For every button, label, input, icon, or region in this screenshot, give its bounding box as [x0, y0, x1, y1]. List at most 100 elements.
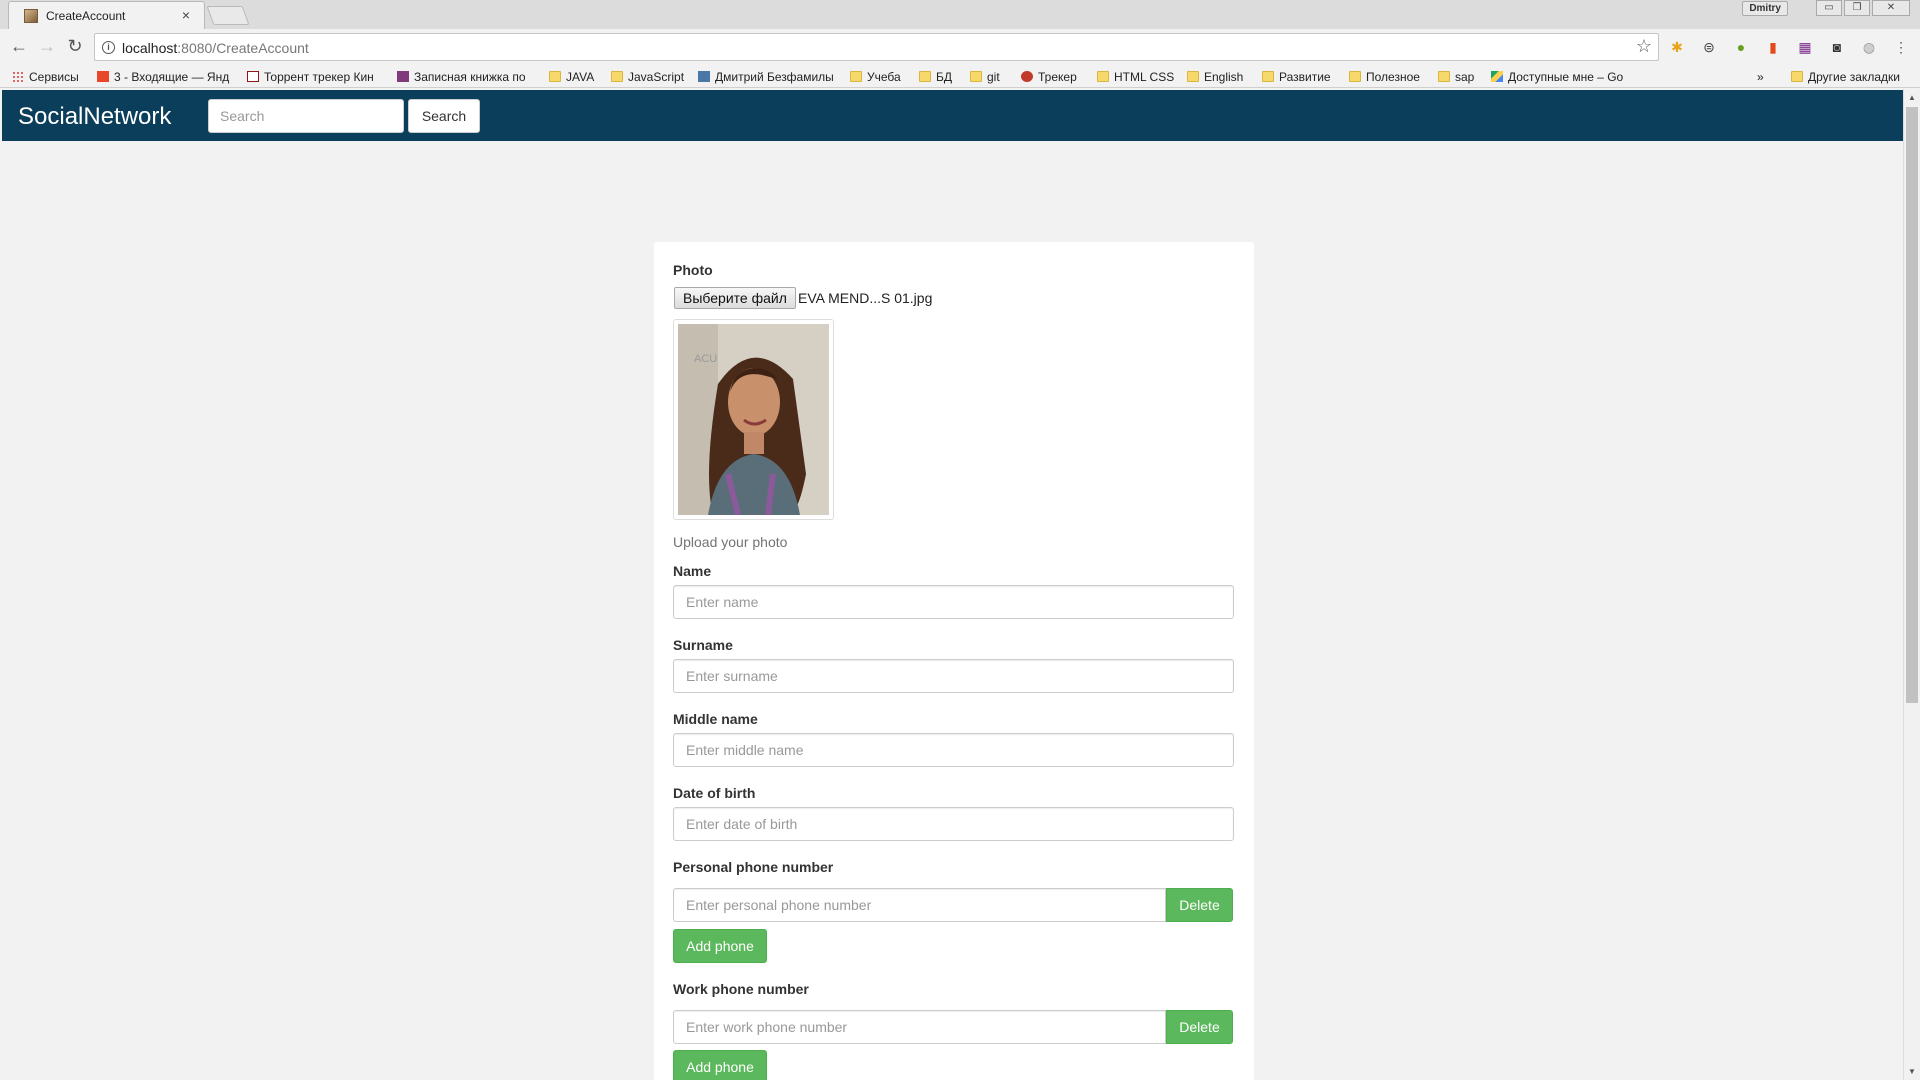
delete-work-phone-button[interactable]: Delete [1166, 1010, 1233, 1044]
scroll-down-icon[interactable]: ▼ [1904, 1063, 1920, 1080]
bookmark-item[interactable]: Трекер [1021, 68, 1085, 85]
bookmark-label: Развитие [1279, 69, 1331, 84]
bookmark-label: git [987, 69, 1000, 84]
minimize-icon[interactable]: ▭ [1816, 0, 1842, 16]
profile-button[interactable]: Dmitry [1742, 1, 1788, 16]
portrait-image: ACU [678, 324, 829, 515]
bookmark-folder[interactable]: Учеба [850, 68, 906, 85]
bookmark-folder[interactable]: БД [919, 68, 959, 85]
bookmark-label: Дмитрий Безфамилы [715, 69, 834, 84]
url-text: localhost:8080/CreateAccount [122, 40, 309, 56]
bookmark-folder[interactable]: English [1187, 68, 1251, 85]
browser-toolbar: ← → ↻ i localhost:8080/CreateAccount ☆ ✱… [0, 29, 1920, 65]
surname-field[interactable] [673, 659, 1234, 693]
bookmark-label: Сервисы [29, 69, 79, 84]
folder-icon [970, 71, 982, 82]
bookmark-folder[interactable]: JAVA [549, 68, 599, 85]
drive-icon [1491, 71, 1503, 82]
site-info-icon[interactable]: i [102, 41, 115, 54]
bookmark-label: JAVA [566, 69, 595, 84]
photo-label: Photo [673, 262, 713, 278]
bookmark-folder[interactable]: HTML CSS [1097, 68, 1175, 85]
vk-icon [698, 71, 710, 82]
apps-icon [12, 71, 24, 82]
bookmark-folder[interactable]: git [970, 68, 1010, 85]
bookmark-star-icon[interactable]: ☆ [1636, 36, 1652, 57]
bookmark-label: Учеба [867, 69, 901, 84]
restore-icon[interactable]: ❐ [1844, 0, 1870, 16]
extension-mask-icon[interactable]: ◙ [1829, 39, 1845, 55]
bookmark-item[interactable]: Доступные мне – Go [1491, 68, 1629, 85]
middle-name-label: Middle name [673, 711, 758, 727]
add-work-phone-button[interactable]: Add phone [673, 1050, 767, 1080]
bookmark-label: Записная книжка по [414, 69, 526, 84]
scrollbar-thumb[interactable] [1906, 107, 1918, 703]
date-of-birth-label: Date of birth [673, 785, 756, 801]
bookmark-label: sap [1455, 69, 1475, 84]
bookmark-label: Полезное [1366, 69, 1420, 84]
search-button[interactable]: Search [408, 99, 480, 133]
new-tab-button[interactable] [206, 6, 250, 25]
scroll-up-icon[interactable]: ▲ [1904, 89, 1920, 106]
work-phone-label: Work phone number [673, 981, 809, 997]
close-window-icon[interactable]: ✕ [1872, 0, 1910, 16]
bookmark-label: Другие закладки [1808, 69, 1900, 84]
page: SocialNetwork Search Photo Выберите файл… [2, 89, 1903, 1080]
folder-icon [1438, 71, 1450, 82]
middle-name-field[interactable] [673, 733, 1234, 767]
folder-icon [1791, 71, 1803, 82]
forward-icon[interactable]: → [36, 36, 58, 58]
bookmark-item[interactable]: Записная книжка по [397, 68, 535, 85]
surname-label: Surname [673, 637, 733, 653]
browser-tab[interactable]: CreateAccount × [8, 1, 205, 29]
folder-icon [549, 71, 561, 82]
selected-file-name: EVA MEND...S 01.jpg [798, 290, 933, 306]
bookmark-item[interactable]: Сервисы [12, 68, 96, 85]
tracker-icon [1021, 71, 1033, 82]
page-scrollbar[interactable]: ▲ ▼ [1903, 89, 1920, 1080]
extension-globe-icon[interactable]: ◍ [1861, 39, 1877, 55]
personal-phone-field[interactable] [673, 888, 1166, 922]
photo-preview: ACU [673, 319, 834, 520]
kinozal-icon [247, 71, 259, 82]
bookmark-folder[interactable]: sap [1438, 68, 1482, 85]
extension-green-icon[interactable]: ● [1733, 39, 1749, 55]
reload-icon[interactable]: ↻ [64, 36, 86, 58]
menu-icon[interactable]: ⋮ [1893, 39, 1909, 55]
folder-icon [919, 71, 931, 82]
bookmark-item[interactable]: Дмитрий Безфамилы [698, 68, 836, 85]
extension-sync-icon[interactable]: ⊜ [1701, 39, 1717, 55]
address-bar[interactable]: i localhost:8080/CreateAccount ☆ [94, 33, 1659, 61]
other-bookmarks-folder[interactable]: Другие закладки [1791, 68, 1916, 85]
date-of-birth-field[interactable] [673, 807, 1234, 841]
bookmark-label: Трекер [1038, 69, 1077, 84]
folder-icon [1262, 71, 1274, 82]
bookmark-folder[interactable]: Полезное [1349, 68, 1425, 85]
add-personal-phone-button[interactable]: Add phone [673, 929, 767, 963]
profile-photo: ACU [678, 324, 829, 515]
delete-personal-phone-button[interactable]: Delete [1166, 888, 1233, 922]
office-icon[interactable]: ▮ [1765, 39, 1781, 55]
bookmark-item[interactable]: 3 - Входящие — Янд [97, 68, 233, 85]
folder-icon [1097, 71, 1109, 82]
bookmarks-overflow-button[interactable]: » [1757, 68, 1771, 85]
tab-favicon-icon [24, 9, 38, 23]
bookmark-label: English [1204, 69, 1244, 84]
work-phone-field[interactable] [673, 1010, 1166, 1044]
search-input[interactable] [208, 99, 404, 133]
tab-close-icon[interactable]: × [182, 7, 190, 23]
bookmark-label: 3 - Входящие — Янд [114, 69, 230, 84]
bookmark-label: Доступные мне – Go [1508, 69, 1624, 84]
bookmark-item[interactable]: Торрент трекер Кин [247, 68, 385, 85]
back-icon[interactable]: ← [8, 36, 30, 58]
brand-logo[interactable]: SocialNetwork [18, 103, 171, 131]
extension-grid-icon[interactable]: ▦ [1797, 39, 1813, 55]
svg-text:ACU: ACU [694, 353, 717, 365]
name-field[interactable] [673, 585, 1234, 619]
choose-file-button[interactable]: Выберите файл [674, 287, 796, 309]
tab-title: CreateAccount [46, 9, 126, 23]
folder-icon [850, 71, 862, 82]
bookmark-folder[interactable]: Развитие [1262, 68, 1338, 85]
bookmark-folder[interactable]: JavaScript [611, 68, 689, 85]
extension-puzzle-icon[interactable]: ✱ [1669, 39, 1685, 55]
